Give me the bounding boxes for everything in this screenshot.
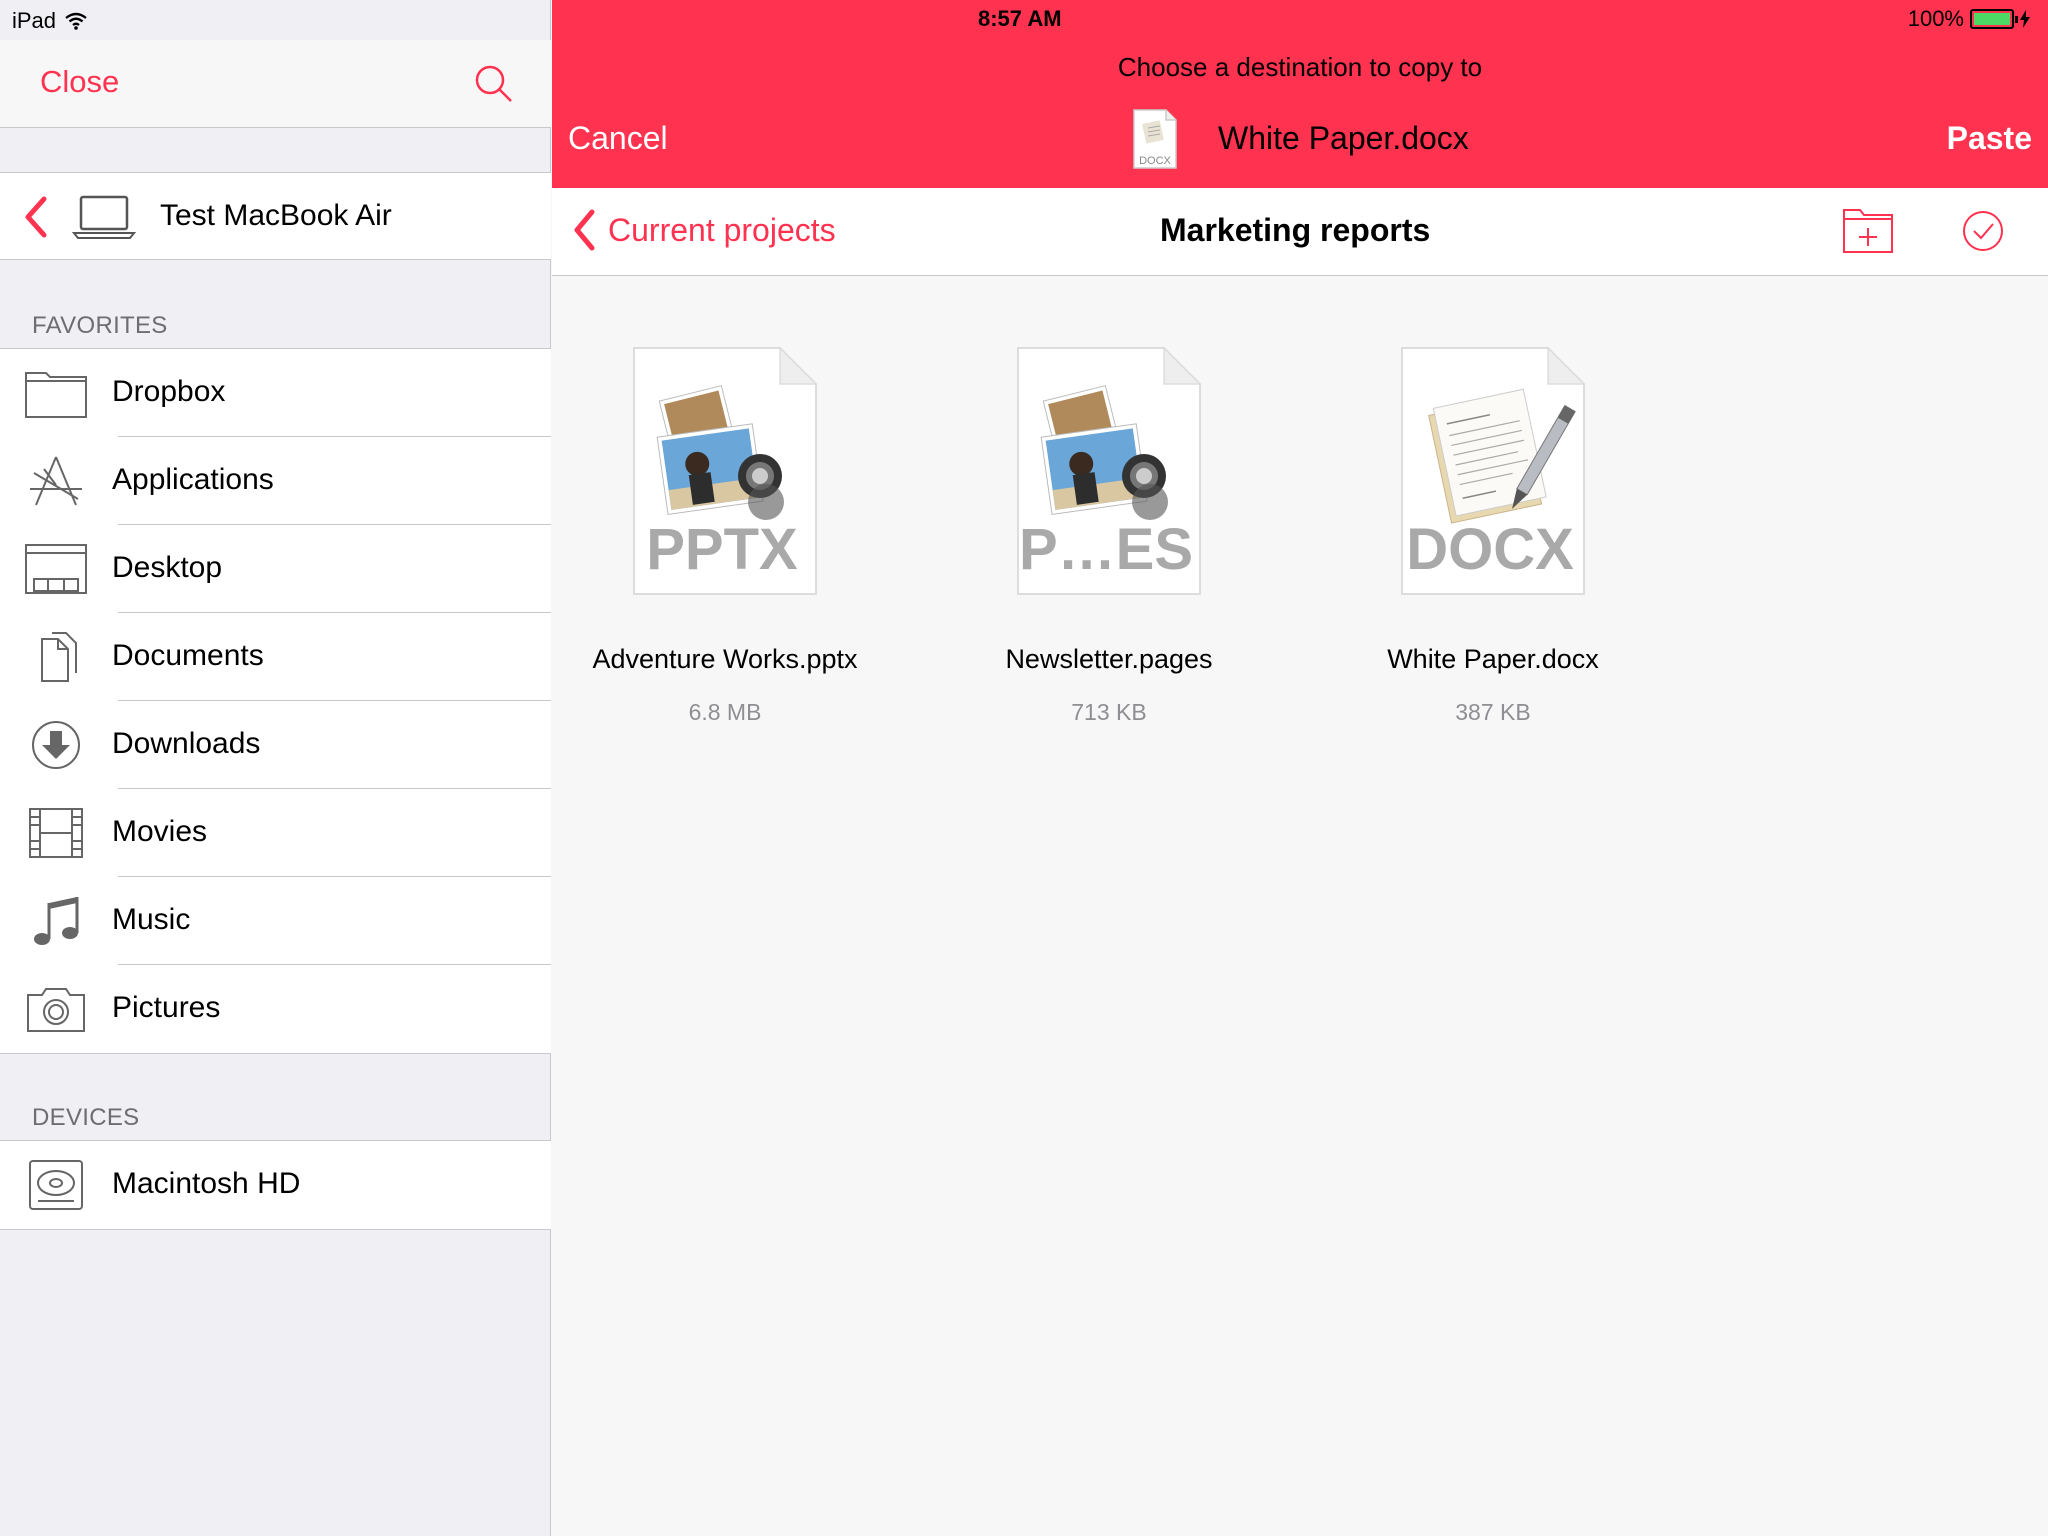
charging-bolt-icon bbox=[2020, 10, 2030, 28]
sidebar-header: Close bbox=[0, 40, 551, 128]
checkmark-circle-icon[interactable] bbox=[1960, 208, 2006, 254]
copied-file-name: White Paper.docx bbox=[1218, 120, 1469, 156]
applications-icon bbox=[30, 456, 82, 506]
devices-header: DEVICES bbox=[32, 1104, 140, 1131]
sidebar-item-pictures[interactable]: Pictures bbox=[0, 965, 551, 1053]
laptop-icon bbox=[72, 195, 136, 239]
file-thumbnail: DOCX bbox=[1398, 344, 1588, 598]
devices-list: Macintosh HD bbox=[0, 1140, 551, 1230]
sidebar-item-documents[interactable]: Documents bbox=[0, 613, 551, 701]
favorites-header: FAVORITES bbox=[32, 312, 168, 339]
camera-icon bbox=[27, 988, 85, 1032]
cancel-button[interactable]: Cancel bbox=[568, 120, 668, 157]
sidebar-item-label: Applications bbox=[112, 463, 274, 496]
page-title: Marketing reports bbox=[1160, 212, 1431, 248]
sidebar-item-label: Macintosh HD bbox=[112, 1167, 301, 1200]
back-button[interactable]: Current projects bbox=[572, 208, 836, 252]
carrier-label: iPad bbox=[12, 8, 57, 33]
search-icon[interactable] bbox=[470, 60, 518, 108]
file-extension-label: P…ES bbox=[1018, 517, 1194, 582]
back-label: Current projects bbox=[608, 211, 836, 248]
main-pane: 8:57 AM 100% Choose a destination to cop… bbox=[552, 0, 2048, 1536]
sidebar-item-label: Movies bbox=[112, 815, 208, 848]
document-badge-label: DOCX bbox=[1139, 155, 1171, 167]
device-name: Test MacBook Air bbox=[160, 199, 392, 232]
sidebar-item-label: Desktop bbox=[112, 551, 223, 584]
sidebar-item-label: Documents bbox=[112, 639, 264, 672]
folder-icon bbox=[25, 372, 87, 418]
carrier: iPad bbox=[12, 8, 88, 34]
file-thumbnail: P…ES bbox=[1014, 344, 1204, 598]
sidebar-item-dropbox[interactable]: Dropbox bbox=[0, 349, 551, 437]
current-device-row[interactable]: Test MacBook Air bbox=[0, 172, 551, 260]
documents-icon bbox=[41, 632, 77, 682]
file-thumbnail: PPTX bbox=[630, 344, 820, 598]
film-icon bbox=[29, 808, 83, 858]
file-extension-label: DOCX bbox=[1406, 517, 1574, 582]
new-folder-icon[interactable] bbox=[1842, 206, 1894, 256]
battery-icon bbox=[1970, 9, 2018, 29]
status-bar-left: iPad bbox=[0, 0, 551, 40]
sidebar-item-movies[interactable]: Movies bbox=[0, 789, 551, 877]
file-size: 6.8 MB bbox=[688, 699, 762, 725]
wifi-icon bbox=[65, 12, 87, 30]
folder-nav-bar: Current projects Marketing reports bbox=[552, 188, 2048, 276]
copy-prompt: Choose a destination to copy to bbox=[1117, 52, 1483, 82]
desktop-icon bbox=[25, 544, 87, 594]
file-name: White Paper.docx bbox=[1387, 644, 1599, 674]
file-item[interactable]: PPTX Adventure Works.pptx 6.8 MB bbox=[555, 344, 895, 726]
sidebar-item-label: Music bbox=[112, 903, 191, 936]
sidebar-item-label: Dropbox bbox=[112, 375, 226, 408]
file-item[interactable]: DOCX White Paper.docx 387 KB bbox=[1323, 344, 1663, 726]
file-extension-label: PPTX bbox=[646, 517, 798, 582]
close-button[interactable]: Close bbox=[40, 64, 119, 100]
sidebar-item-macintosh-hd[interactable]: Macintosh HD bbox=[0, 1141, 551, 1229]
battery-percent: 100% bbox=[1907, 6, 1964, 31]
sidebar-item-label: Downloads bbox=[112, 727, 261, 760]
document-thumbnail-icon: DOCX bbox=[1133, 109, 1177, 169]
battery-status: 100% bbox=[1908, 6, 2030, 32]
copy-destination-bar: 8:57 AM 100% Choose a destination to cop… bbox=[552, 0, 2048, 188]
favorites-list: Dropbox Applications Desktop Documents D… bbox=[0, 348, 551, 1054]
sidebar-item-downloads[interactable]: Downloads bbox=[0, 701, 551, 789]
file-size: 713 KB bbox=[1071, 699, 1147, 725]
sidebar: iPad Close Test MacBook Air FAVORITES Dr… bbox=[0, 0, 551, 1536]
chevron-left-icon bbox=[574, 209, 595, 251]
file-item[interactable]: P…ES Newsletter.pages 713 KB bbox=[939, 344, 1279, 726]
file-size: 387 KB bbox=[1455, 699, 1531, 725]
file-name: Newsletter.pages bbox=[1005, 644, 1213, 674]
sidebar-item-music[interactable]: Music bbox=[0, 877, 551, 965]
paste-button[interactable]: Paste bbox=[1947, 120, 2032, 157]
sidebar-item-applications[interactable]: Applications bbox=[0, 437, 551, 525]
sidebar-item-desktop[interactable]: Desktop bbox=[0, 525, 551, 613]
sidebar-item-label: Pictures bbox=[112, 991, 221, 1024]
hard-drive-icon bbox=[29, 1160, 83, 1210]
status-time: 8:57 AM bbox=[978, 6, 1062, 31]
chevron-left-icon[interactable] bbox=[20, 195, 52, 239]
music-note-icon bbox=[34, 897, 79, 945]
download-icon bbox=[32, 721, 80, 769]
file-name: Adventure Works.pptx bbox=[592, 644, 858, 674]
